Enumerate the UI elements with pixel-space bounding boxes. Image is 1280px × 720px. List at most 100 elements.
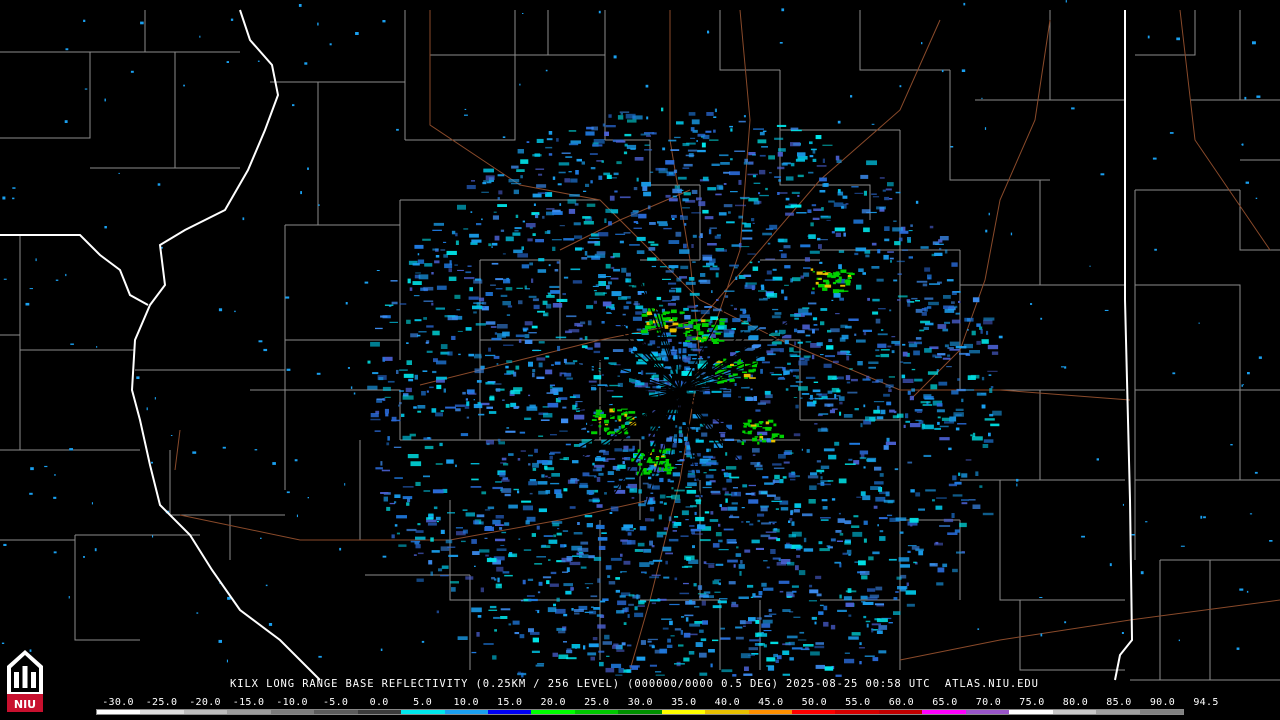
echo-cell-strong <box>643 471 651 475</box>
echo-cell <box>435 307 445 310</box>
echo-cell <box>666 644 673 648</box>
echo-cell <box>522 579 526 585</box>
clutter-pixel <box>788 520 791 523</box>
echo-cell <box>573 609 584 612</box>
echo-cell <box>722 487 727 491</box>
echo-cell <box>415 530 424 533</box>
echo-cell <box>482 306 486 308</box>
echo-cell <box>548 539 558 544</box>
echo-cell <box>497 324 508 329</box>
echo-cell <box>720 637 731 640</box>
clutter-pixel <box>394 524 398 527</box>
clutter-pixel <box>819 472 822 474</box>
echo-cell <box>813 324 818 326</box>
echo-cell <box>875 354 880 357</box>
echo-cell <box>928 301 939 306</box>
echo-cell <box>547 230 551 234</box>
echo-cell <box>418 274 429 280</box>
echo-cell <box>702 486 712 489</box>
echo-cell <box>675 287 682 293</box>
echo-cell <box>466 185 476 190</box>
echo-cell <box>542 576 552 579</box>
echo-cell <box>672 295 680 301</box>
echo-cell <box>944 249 948 254</box>
echo-cell <box>534 563 543 565</box>
echo-cell <box>551 473 560 477</box>
echo-cell <box>402 486 414 488</box>
echo-cell <box>599 661 604 667</box>
echo-cell <box>633 227 642 229</box>
echo-cell-strong <box>642 454 645 457</box>
echo-cell <box>803 644 814 647</box>
echo-cell <box>887 514 893 517</box>
echo-cell <box>566 315 577 318</box>
clutter-pixel <box>1178 639 1180 642</box>
echo-cell <box>983 317 995 321</box>
echo-cell <box>541 474 545 478</box>
echo-cell <box>646 135 651 137</box>
echo-cell <box>794 341 797 346</box>
clutter-pixel <box>757 261 760 263</box>
echo-cell <box>815 642 824 645</box>
echo-cell <box>808 499 816 504</box>
echo-cell <box>436 379 445 383</box>
echo-cell <box>838 478 847 484</box>
clutter-pixel <box>961 69 966 72</box>
echo-cell <box>853 515 859 518</box>
echo-cell <box>670 287 677 289</box>
clutter-pixel <box>831 299 834 301</box>
echo-cell <box>772 308 779 311</box>
echo-cell <box>747 173 758 176</box>
echo-cell <box>812 158 817 162</box>
clutter-pixel <box>1089 265 1091 267</box>
echo-cell <box>468 353 475 357</box>
echo-cell <box>757 519 761 523</box>
echo-cell <box>939 525 951 527</box>
echo-cell <box>944 308 955 313</box>
echo-cell <box>729 476 740 479</box>
echo-cell <box>805 376 816 379</box>
echo-cell <box>738 179 742 185</box>
echo-cell <box>872 196 880 198</box>
echo-cell <box>447 351 453 356</box>
echo-cell <box>901 374 906 379</box>
echo-cell <box>558 631 566 634</box>
echo-cell <box>517 671 521 674</box>
echo-cell <box>375 467 383 470</box>
echo-cell <box>707 187 717 191</box>
echo-cell-strong <box>770 438 774 440</box>
echo-cell <box>809 589 819 594</box>
echo-cell <box>433 222 444 226</box>
echo-cell <box>708 229 712 235</box>
echo-cell <box>427 522 437 526</box>
echo-cell <box>765 258 776 260</box>
echo-cell <box>688 651 695 655</box>
echo-cell <box>536 184 547 188</box>
echo-cell <box>431 408 437 413</box>
echo-cell <box>765 228 774 230</box>
echo-cell-strong <box>701 338 704 343</box>
echo-cell <box>486 181 492 184</box>
echo-cell <box>732 674 737 677</box>
echo-cell <box>877 405 880 411</box>
echo-cell <box>939 437 950 441</box>
echo-cell <box>712 421 724 423</box>
echo-cell <box>648 241 655 244</box>
echo-cell <box>767 344 777 346</box>
echo-cell <box>793 397 798 398</box>
echo-cell <box>651 574 661 576</box>
echo-cell <box>520 175 523 179</box>
echo-cell-strong <box>666 471 672 475</box>
echo-cell <box>937 281 942 284</box>
echo-cell <box>730 191 738 193</box>
echo-cell-strong <box>812 287 815 290</box>
echo-cell <box>557 528 560 530</box>
echo-cell-strong <box>759 433 763 436</box>
echo-cell <box>532 233 536 236</box>
echo-cell <box>758 591 763 596</box>
echo-cell <box>436 384 442 390</box>
echo-cell <box>525 288 530 290</box>
echo-cell <box>683 436 688 441</box>
echo-cell <box>937 416 941 419</box>
echo-cell <box>723 204 733 208</box>
